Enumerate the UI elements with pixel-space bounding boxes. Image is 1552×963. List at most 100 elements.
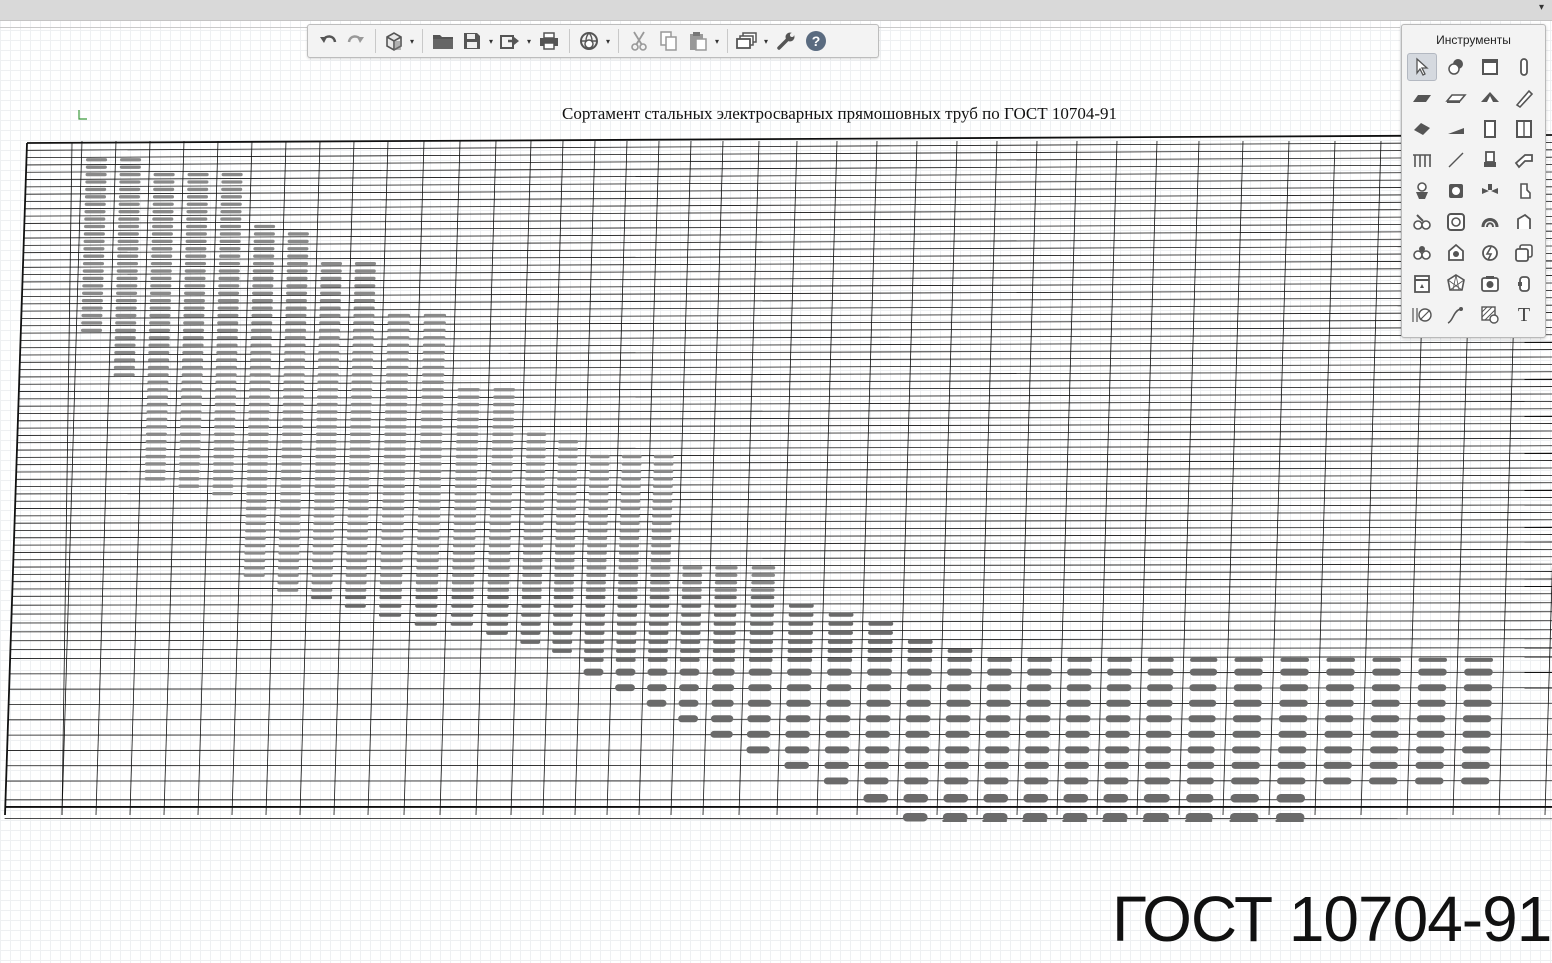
pipe-cell-mark: [113, 373, 135, 377]
pipe-cell-mark: [1063, 793, 1089, 803]
table-row-line: [24, 201, 1552, 210]
pipe-cell-mark: [455, 454, 478, 459]
cabinet-tool[interactable]: [1407, 270, 1437, 298]
cut-button[interactable]: [625, 28, 653, 54]
undo-button[interactable]: [315, 28, 341, 54]
pipe-cell-mark: [146, 417, 168, 422]
pipe-cell-mark: [1325, 699, 1354, 707]
pipe-cell-mark: [827, 657, 853, 662]
settings-button[interactable]: [772, 28, 800, 54]
pipe-cell-mark: [118, 202, 140, 206]
view-3d-dropdown[interactable]: ▾: [407, 37, 417, 46]
pipe-cell-mark: [85, 187, 107, 192]
label-tool[interactable]: [1509, 270, 1539, 298]
pipe-cell-mark: [1464, 668, 1493, 676]
copy-button[interactable]: [655, 28, 683, 54]
pipe-cell-mark: [252, 284, 274, 288]
column-tool[interactable]: [1509, 53, 1539, 81]
pipe-cell-mark: [617, 588, 638, 592]
sync-button[interactable]: [576, 28, 602, 54]
pipe-sortament-table[interactable]: [0, 90, 1552, 830]
pipe-cell-mark: [148, 328, 171, 333]
lamp-tool[interactable]: [1441, 239, 1471, 267]
pipe-cell-mark: [455, 447, 479, 451]
paste-dropdown[interactable]: ▾: [712, 37, 722, 46]
window-tool[interactable]: [1509, 115, 1539, 143]
paste-button[interactable]: [685, 28, 711, 54]
fan-tool[interactable]: [1441, 208, 1471, 236]
duct-tool[interactable]: [1475, 208, 1505, 236]
table-row-line: [25, 186, 1552, 195]
pipe-cell-mark: [454, 491, 477, 496]
pipe-cell-mark: [284, 350, 306, 355]
help-button[interactable]: ?: [802, 28, 830, 54]
toilet-tool[interactable]: [1407, 177, 1437, 205]
pipe-cell-mark: [387, 328, 410, 333]
roof-tool[interactable]: [1475, 84, 1505, 112]
layers-button[interactable]: [734, 28, 760, 54]
wall-rect-tool[interactable]: [1475, 53, 1505, 81]
socket-tool[interactable]: [1475, 239, 1505, 267]
door-tool[interactable]: [1475, 115, 1505, 143]
export-dropdown[interactable]: ▾: [524, 37, 534, 46]
pipe-cell-mark: [1187, 730, 1216, 738]
pipe-cell-mark: [453, 536, 476, 540]
pipe-cell-mark: [552, 639, 573, 644]
window-menu-caret[interactable]: ▾: [1539, 2, 1544, 13]
fixture-tool[interactable]: [1475, 146, 1505, 174]
stamp-shape-tool[interactable]: [1441, 53, 1471, 81]
pipe-cell-mark: [680, 639, 701, 644]
pipe-cell-mark: [285, 306, 307, 310]
railing-tool[interactable]: [1407, 146, 1437, 174]
pipe-cell-mark: [221, 187, 243, 192]
pipe-cell-mark: [455, 469, 478, 474]
open-button[interactable]: [429, 28, 457, 54]
pipe-cell-mark: [249, 380, 271, 384]
text-tool-tool[interactable]: T: [1509, 301, 1539, 329]
view-3d-button[interactable]: [382, 28, 406, 54]
pipe-tool[interactable]: [1509, 146, 1539, 174]
boiler-tool[interactable]: [1441, 177, 1471, 205]
panel-tool[interactable]: [1509, 239, 1539, 267]
leader-tool[interactable]: [1441, 301, 1471, 329]
pipe-cell-mark: [713, 612, 737, 617]
stair-tool[interactable]: [1407, 115, 1437, 143]
pipe-cell-mark: [864, 761, 890, 769]
polyhedron-tool[interactable]: [1441, 270, 1471, 298]
layers-dropdown[interactable]: ▾: [761, 37, 771, 46]
pipe-cell-mark: [554, 573, 575, 577]
pipe-cell-mark: [946, 684, 972, 692]
faucet-tool[interactable]: [1509, 177, 1539, 205]
pipe-cell-mark: [419, 469, 442, 474]
slab-tool[interactable]: [1407, 84, 1437, 112]
table-row-line: [19, 356, 1552, 363]
select-arrow-tool[interactable]: [1407, 53, 1437, 81]
radiator-tool[interactable]: [1407, 208, 1437, 236]
save-dropdown[interactable]: ▾: [486, 37, 496, 46]
pipe-cell-mark: [286, 276, 308, 281]
print-button[interactable]: [535, 28, 563, 54]
sync-dropdown[interactable]: ▾: [603, 37, 613, 46]
pipe-cell-mark: [213, 440, 235, 444]
pipe-cell-mark: [280, 491, 302, 496]
duct-fitting-tool[interactable]: [1509, 208, 1539, 236]
pipe-cell-mark: [1464, 657, 1493, 662]
pipe-cell-mark: [352, 350, 374, 355]
pipe-cell-mark: [585, 588, 606, 592]
beam-tool[interactable]: [1509, 84, 1539, 112]
camera-tool[interactable]: [1475, 270, 1505, 298]
hatch-tool[interactable]: [1475, 301, 1505, 329]
export-button[interactable]: [497, 28, 523, 54]
pipe-cell-mark: [183, 306, 205, 310]
valve-tool[interactable]: [1475, 177, 1505, 205]
dimension-tool[interactable]: [1407, 301, 1437, 329]
beam-icon: [1515, 89, 1534, 109]
ac-unit-tool[interactable]: [1407, 239, 1437, 267]
save-button[interactable]: [459, 28, 485, 54]
pipe-cell-mark: [418, 506, 441, 511]
plate-tool[interactable]: [1441, 84, 1471, 112]
pipe-cell-mark: [82, 276, 104, 281]
line-tool[interactable]: [1441, 146, 1471, 174]
redo-button[interactable]: [343, 28, 369, 54]
ramp-tool[interactable]: [1441, 115, 1471, 143]
